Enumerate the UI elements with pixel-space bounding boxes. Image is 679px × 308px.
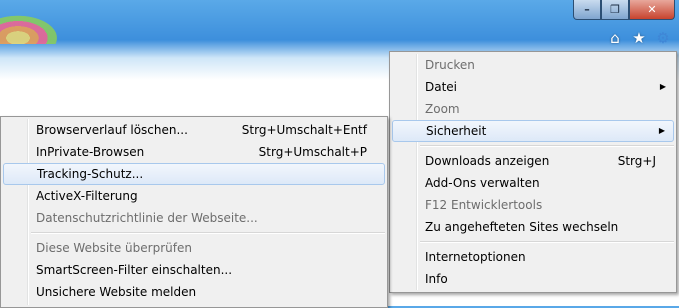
- menu-item-label: Diese Website überprüfen: [36, 241, 192, 255]
- restore-button[interactable]: ❐: [601, 0, 629, 20]
- gear-icon[interactable]: ⚙: [655, 30, 671, 46]
- menu-item-label: Tracking-Schutz...: [37, 167, 144, 181]
- menu-item-info[interactable]: Info: [392, 268, 674, 290]
- menu-item-label: Info: [425, 272, 448, 286]
- shortcut-label: Strg+Umschalt+Entf: [241, 123, 367, 137]
- close-button[interactable]: ✕: [629, 0, 675, 20]
- menu-item-label: Zoom: [425, 102, 460, 116]
- menu-item-label: Drucken: [425, 58, 475, 72]
- menu-item-label: Sicherheit: [426, 124, 487, 138]
- safety-submenu: Browserverlauf löschen... Strg+Umschalt+E…: [0, 116, 388, 308]
- restore-icon: ❐: [610, 3, 620, 16]
- favorites-star-icon[interactable]: ★: [631, 30, 647, 46]
- menu-item-label: Add-Ons verwalten: [425, 176, 540, 190]
- menu-item-activex-filtering[interactable]: ActiveX-Filterung: [3, 185, 385, 207]
- menu-item-label: SmartScreen-Filter einschalten...: [36, 263, 233, 277]
- menu-item-label: ActiveX-Filterung: [36, 189, 138, 203]
- menu-item-report-unsafe[interactable]: Unsichere Website melden: [3, 281, 385, 303]
- menu-item-label: Zu angehefteten Sites wechseln: [425, 220, 619, 234]
- menu-item-smartscreen[interactable]: SmartScreen-Filter einschalten...: [3, 259, 385, 281]
- menu-item-pinned-sites[interactable]: Zu angehefteten Sites wechseln: [392, 216, 674, 238]
- menu-item-inprivate[interactable]: InPrivate-Browsen Strg+Umschalt+P: [3, 141, 385, 163]
- menu-item-delete-history[interactable]: Browserverlauf löschen... Strg+Umschalt+E…: [3, 119, 385, 141]
- menu-item-print[interactable]: Drucken: [392, 54, 674, 76]
- desktop-decoration: [0, 14, 60, 44]
- home-icon[interactable]: ⌂: [607, 30, 623, 46]
- menu-item-label: F12 Entwicklertools: [425, 198, 543, 212]
- tools-menu: Drucken Datei ▶ Zoom Sicherheit ▶ Download…: [389, 51, 677, 293]
- menu-item-label: Downloads anzeigen: [425, 154, 550, 168]
- menu-item-check-website[interactable]: Diese Website überprüfen: [3, 237, 385, 259]
- minimize-icon: –: [584, 3, 590, 16]
- menu-item-internet-options[interactable]: Internetoptionen: [392, 246, 674, 268]
- command-icons: ⌂ ★ ⚙: [607, 30, 671, 46]
- minimize-button[interactable]: –: [573, 0, 601, 20]
- menu-item-label: Datei: [425, 80, 458, 94]
- menu-item-addons[interactable]: Add-Ons verwalten: [392, 172, 674, 194]
- shortcut-label: Strg+J: [617, 154, 656, 168]
- menu-item-safety[interactable]: Sicherheit ▶: [392, 120, 674, 142]
- close-icon: ✕: [647, 3, 657, 16]
- shortcut-label: Strg+Umschalt+P: [258, 145, 367, 159]
- menu-item-label: Datenschutzrichtlinie der Webseite...: [36, 211, 258, 225]
- menu-separator: [420, 145, 674, 147]
- menu-item-label: Unsichere Website melden: [36, 285, 197, 299]
- menu-item-label: InPrivate-Browsen: [36, 145, 145, 159]
- menu-separator: [420, 241, 674, 243]
- menu-item-zoom[interactable]: Zoom: [392, 98, 674, 120]
- menu-item-file[interactable]: Datei ▶: [392, 76, 674, 98]
- submenu-arrow-icon: ▶: [658, 126, 665, 135]
- menu-item-downloads[interactable]: Downloads anzeigen Strg+J: [392, 150, 674, 172]
- menu-item-devtools[interactable]: F12 Entwicklertools: [392, 194, 674, 216]
- menu-item-privacy-policy[interactable]: Datenschutzrichtlinie der Webseite...: [3, 207, 385, 229]
- submenu-arrow-icon: ▶: [659, 82, 666, 91]
- menu-separator: [31, 232, 385, 234]
- menu-item-label: Browserverlauf löschen...: [36, 123, 188, 137]
- menu-item-tracking-protection[interactable]: Tracking-Schutz...: [3, 163, 385, 185]
- window-controls: – ❐ ✕: [573, 0, 675, 20]
- menu-item-label: Internetoptionen: [425, 250, 526, 264]
